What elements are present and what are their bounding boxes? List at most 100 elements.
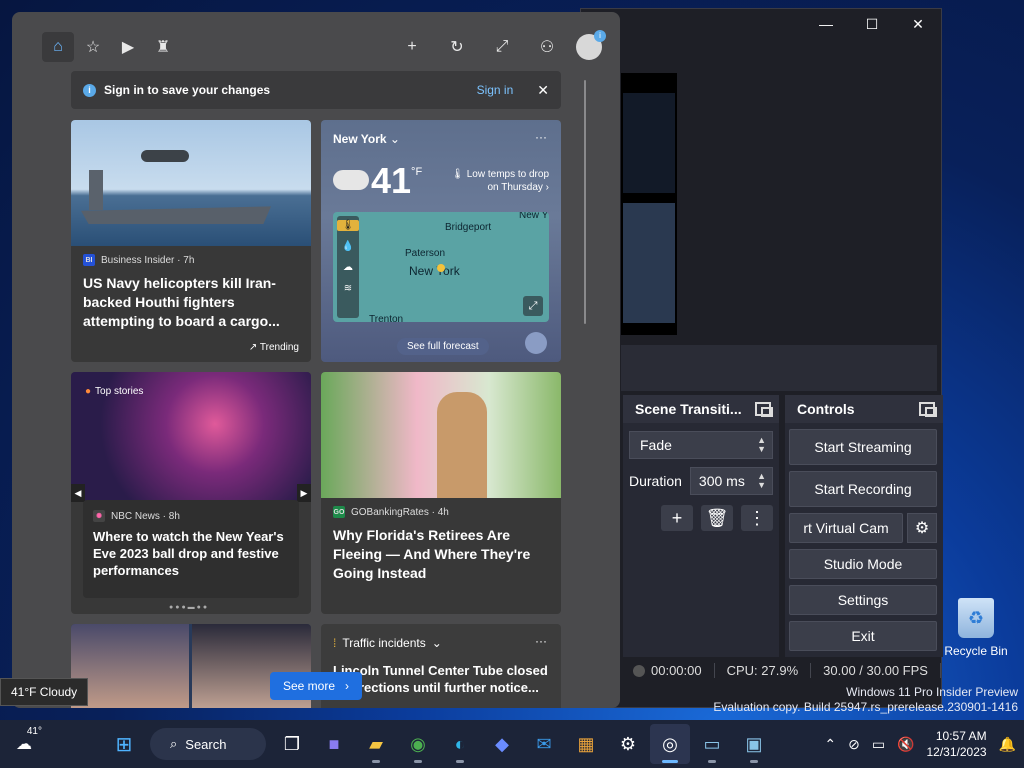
start-virtual-cam-button[interactable]: rt Virtual Cam <box>789 513 903 543</box>
ship-shape <box>81 206 271 224</box>
carousel-prev-button[interactable]: ◀ <box>71 484 85 502</box>
news-card-florida[interactable]: GO GOBankingRates · 4h Why Florida's Ret… <box>321 372 561 614</box>
weather-map[interactable]: 🌡 💧 ☁ ≋ Bridgeport Paterson New York Tre… <box>333 212 549 322</box>
expand-icon[interactable]: ⤢ <box>486 32 518 62</box>
studio-mode-button[interactable]: Studio Mode <box>789 549 937 579</box>
traffic-icon: ⁞ <box>333 636 337 650</box>
chevron-up-icon[interactable]: ⌃ <box>824 736 836 753</box>
sign-in-link[interactable]: Sign in <box>477 83 514 97</box>
people-icon[interactable]: ⚇ <box>531 32 563 62</box>
transition-more-button[interactable]: ⋮ <box>741 505 773 531</box>
network-off-icon[interactable]: ⊘ <box>848 736 860 753</box>
map-layer-selector[interactable]: 🌡 💧 ☁ ≋ <box>337 216 359 318</box>
fps-readout: 30.00 / 30.00 FPS <box>811 662 941 678</box>
close-icon[interactable]: ✕ <box>537 82 549 99</box>
obs-preview[interactable] <box>621 73 677 335</box>
news-card-navy[interactable]: BI Business Insider · 7h US Navy helicop… <box>71 120 311 362</box>
system-tray: ⌃ ⊘ ▭ 🔇 10:57 AM 12/31/2023 🔔 <box>824 724 1016 764</box>
exit-button[interactable]: Exit <box>789 621 937 651</box>
edge-icon[interactable]: ◐ <box>440 724 480 764</box>
recycle-bin[interactable]: ♻ Recycle Bin <box>944 598 1008 658</box>
notification-bell-icon[interactable]: 🔔 <box>999 736 1016 753</box>
wind-icon[interactable]: ≋ <box>337 283 359 294</box>
map-label: New Y <box>519 212 549 221</box>
refresh-icon[interactable]: ↻ <box>441 32 473 62</box>
weather-tooltip: 41°F Cloudy <box>0 678 89 706</box>
minimize-button[interactable]: — <box>803 9 849 39</box>
scene-transitions-header: Scene Transiti... <box>623 395 779 423</box>
add-icon[interactable]: + <box>396 32 428 62</box>
precipitation-icon[interactable]: 💧 <box>337 241 359 252</box>
weather-location[interactable]: New York ⌄ <box>333 132 400 146</box>
copilot-icon[interactable]: ◆ <box>482 724 522 764</box>
star-icon[interactable]: ☆ <box>77 32 109 62</box>
start-streaming-button[interactable]: Start Streaming <box>789 429 937 465</box>
gear-icon[interactable]: ⚙ <box>907 513 937 543</box>
carousel-dots[interactable]: ●●●▬●● <box>169 604 209 611</box>
obs-icon[interactable]: ◎ <box>650 724 690 764</box>
float-dock-icon[interactable] <box>755 402 773 417</box>
transition-select[interactable]: Fade ▲ ▼ <box>629 431 773 459</box>
expand-map-icon[interactable]: ⤢ <box>523 296 543 316</box>
news-image <box>71 120 311 246</box>
taskbar-weather-button[interactable]: ☁ 41° <box>6 726 42 762</box>
mail-icon[interactable]: ✉ <box>524 724 564 764</box>
search-icon: ⌕ <box>170 736 178 751</box>
video-icon[interactable]: ▶ <box>112 32 144 62</box>
obs-mixer-strip <box>621 345 937 391</box>
chrome-icon[interactable]: ◉ <box>398 724 438 764</box>
source-logo: BI <box>83 254 95 266</box>
weather-note[interactable]: 🌡 Low temps to drop on Thursday › <box>449 168 549 194</box>
transition-toolbar: + 🗑 ⋮ <box>661 505 779 531</box>
float-dock-icon[interactable] <box>919 402 937 417</box>
gaming-icon[interactable]: ♜ <box>147 32 179 62</box>
cloud-icon: ☁ <box>16 736 32 753</box>
obs-status-bar: 00:00:00 CPU: 27.9% 30.00 / 30.00 FPS <box>621 659 941 681</box>
store-icon[interactable]: ▦ <box>566 724 606 764</box>
chevron-down-icon: ⌄ <box>389 132 400 146</box>
remove-transition-button[interactable]: 🗑 <box>701 505 733 531</box>
remote-desktop-icon[interactable]: ▭ <box>692 724 732 764</box>
more-options-icon[interactable]: ··· <box>535 130 547 144</box>
add-transition-button[interactable]: + <box>661 505 693 531</box>
record-icon <box>633 665 645 678</box>
more-options-icon[interactable]: ··· <box>535 634 547 648</box>
network-app-icon[interactable]: ▣ <box>734 724 774 764</box>
see-forecast-button[interactable]: See full forecast <box>397 338 489 355</box>
start-recording-button[interactable]: Start Recording <box>789 471 937 507</box>
traffic-tag[interactable]: ⁞ Traffic incidents ⌄ <box>333 636 442 650</box>
obs-titlebar: — ☐ ✕ <box>581 9 941 39</box>
map-label: Trenton <box>369 314 404 322</box>
trending-badge: ↗ Trending <box>248 342 299 353</box>
file-explorer-icon[interactable]: ▰ <box>356 724 396 764</box>
home-icon[interactable]: ⌂ <box>42 32 74 62</box>
cloud-layer-icon[interactable]: ☁ <box>337 262 359 273</box>
temperature: 41°F <box>371 160 423 201</box>
chat-icon[interactable]: ■ <box>314 724 354 764</box>
weather-avatar-icon[interactable] <box>525 332 547 354</box>
close-button[interactable]: ✕ <box>895 9 941 39</box>
avatar[interactable]: i <box>576 30 606 60</box>
news-image <box>321 372 561 498</box>
recycle-bin-icon: ♻ <box>958 598 994 638</box>
watermark-line2: Evaluation copy. Build 25947.rs_prerelea… <box>713 700 1018 714</box>
settings-button[interactable]: Settings <box>789 585 937 615</box>
display-icon[interactable]: ▭ <box>872 736 885 753</box>
spin-arrows-icon[interactable]: ▲ ▼ <box>757 472 766 490</box>
volume-muted-icon[interactable]: 🔇 <box>897 736 914 753</box>
maximize-button[interactable]: ☐ <box>849 9 895 39</box>
news-source: BI Business Insider · 7h <box>83 254 299 266</box>
start-icon[interactable]: ⊞ <box>104 724 144 764</box>
carousel-next-button[interactable]: ▶ <box>297 484 311 502</box>
task-view-icon[interactable]: ❐ <box>272 724 312 764</box>
settings-icon[interactable]: ⚙ <box>608 724 648 764</box>
scrollbar[interactable] <box>584 80 586 324</box>
duration-spinbox[interactable]: 300 ms ▲ ▼ <box>689 467 773 495</box>
search-button[interactable]: ⌕ Search <box>150 728 266 760</box>
temperature-layer-icon[interactable]: 🌡 <box>337 220 359 231</box>
news-card-nye[interactable]: ● Top stories ◀ ▶ ✺ NBC News · 8h Where … <box>71 372 311 614</box>
clock[interactable]: 10:57 AM 12/31/2023 <box>927 728 987 760</box>
see-more-button[interactable]: See more › <box>270 672 362 700</box>
signin-banner: i Sign in to save your changes Sign in ✕ <box>71 71 561 109</box>
weather-card[interactable]: New York ⌄ ··· 41°F 🌡 Low temps to drop … <box>321 120 561 362</box>
